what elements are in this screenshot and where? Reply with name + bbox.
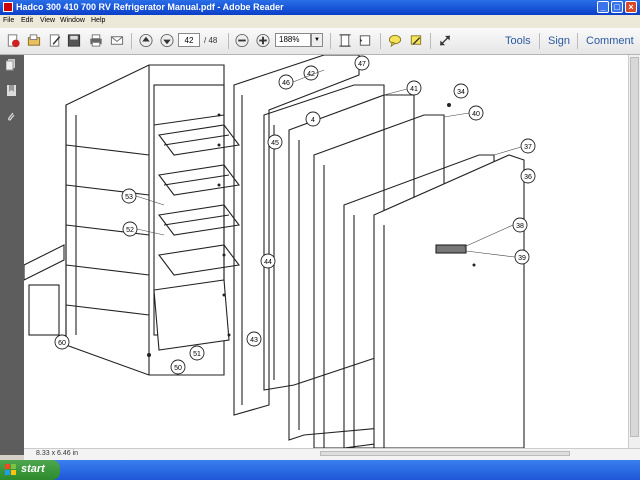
attachments-icon[interactable] [6,111,17,123]
tools-link[interactable]: Tools [505,35,531,47]
toolbar-separator [330,33,331,49]
callout-43: 43 [250,337,258,344]
callout-37: 37 [524,144,532,151]
taskbar: start [0,460,640,480]
windows-flag-icon [5,464,16,475]
bookmarks-icon[interactable] [6,85,17,97]
comment-link[interactable]: Comment [586,35,634,47]
callout-41: 41 [410,86,418,93]
start-button[interactable]: start [0,460,60,480]
callout-42: 42 [307,71,315,78]
callout-46: 46 [282,80,290,87]
menu-edit[interactable]: Edit [21,17,33,24]
zoom-in-icon[interactable] [255,33,271,48]
menu-bar: File Edit View Window Help [0,15,640,28]
callout-36: 36 [524,174,532,181]
open-icon[interactable] [26,33,42,48]
maximize-button[interactable]: □ [611,1,623,13]
callout-39: 39 [518,255,526,262]
callout-34: 34 [457,89,465,96]
comment-bubble-icon[interactable] [387,33,403,48]
menu-view[interactable]: View [40,17,55,24]
callout-52: 52 [126,227,134,234]
scroll-thumb[interactable] [630,57,639,437]
document-page[interactable]: 46 42 47 41 34 40 45 4 37 36 53 52 38 39… [24,55,628,448]
toolbar-separator [539,33,540,49]
email-icon[interactable] [109,33,125,48]
adobe-reader-icon [3,2,13,12]
callout-45: 45 [271,140,279,147]
callout-44: 44 [264,259,272,266]
close-button[interactable]: × [625,1,637,13]
edit-icon[interactable] [47,33,63,48]
page-size-label: 8.33 x 6.46 in [36,450,79,457]
callout-50: 50 [174,365,182,372]
callout-40: 40 [472,111,480,118]
toolbar-separator [577,33,578,49]
next-page-icon[interactable] [159,33,175,48]
toolbar-separator [430,33,431,49]
callout-60: 60 [58,340,66,347]
callout-51: 51 [193,351,201,358]
window-title: Hadco 300 410 700 RV Refrigerator Manual… [16,2,284,12]
fit-width-icon[interactable] [357,33,373,48]
toolbar-separator [131,33,132,49]
zoom-out-icon[interactable] [234,33,250,48]
create-pdf-icon[interactable] [5,33,21,48]
refrigerator-exploded-diagram: 46 42 47 41 34 40 45 4 37 36 53 52 38 39… [24,55,536,448]
expand-icon[interactable] [437,33,453,48]
fit-page-icon[interactable] [337,33,353,48]
toolbar-separator [380,33,381,49]
zoom-level-input[interactable]: 188% [275,33,311,47]
page-total: / 48 [204,36,218,45]
vertical-scrollbar[interactable] [628,55,640,448]
highlight-icon[interactable] [408,33,424,48]
minimize-button[interactable]: _ [597,1,609,13]
callout-47: 47 [358,61,366,68]
navigation-pane [0,55,24,455]
menu-window[interactable]: Window [60,17,85,24]
callout-53: 53 [125,194,133,201]
title-bar: Hadco 300 410 700 RV Refrigerator Manual… [0,0,640,15]
page-number-input[interactable]: 42 [178,33,200,47]
page-thumbnails-icon[interactable] [6,59,17,71]
callout-4: 4 [311,117,315,124]
previous-page-icon[interactable] [138,33,154,48]
print-icon[interactable] [88,33,104,48]
toolbar-separator [228,33,229,49]
horizontal-scrollbar[interactable] [320,451,570,456]
start-label: start [21,463,45,475]
menu-help[interactable]: Help [91,17,105,24]
menu-file[interactable]: File [3,17,14,24]
callout-38: 38 [516,223,524,230]
toolbar: 42 / 48 188% ▼ Tools Sign Comment [0,28,640,55]
sign-link[interactable]: Sign [548,35,570,47]
save-icon[interactable] [66,33,82,48]
zoom-dropdown-icon[interactable]: ▼ [311,33,323,47]
